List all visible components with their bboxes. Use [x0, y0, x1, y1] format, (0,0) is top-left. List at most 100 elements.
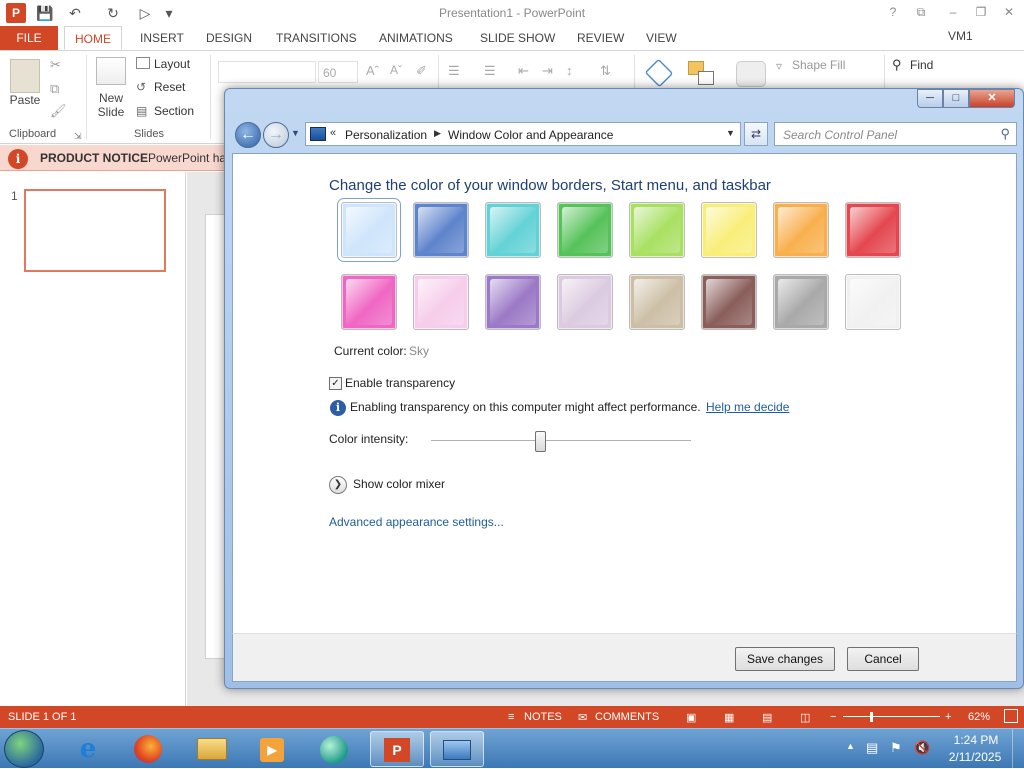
grow-font-icon[interactable]: Aˆ — [366, 63, 379, 78]
color-swatch-pumpkin[interactable] — [773, 202, 829, 258]
color-swatch-blush[interactable] — [413, 274, 469, 330]
color-swatch-taupe[interactable] — [629, 274, 685, 330]
media-player-icon[interactable]: ▶ — [250, 731, 294, 767]
color-swatch-lemon[interactable] — [701, 202, 757, 258]
arrange-icon[interactable] — [688, 61, 716, 87]
notes-icon[interactable]: ≡ — [508, 711, 514, 723]
refresh-icon[interactable]: ⇄ — [744, 122, 768, 146]
color-swatch-twilight[interactable] — [413, 202, 469, 258]
slide-sorter-icon[interactable]: ▦ — [724, 711, 734, 724]
back-arrow-icon[interactable]: ← — [235, 122, 261, 148]
expand-chevron-icon[interactable]: ❯ — [329, 476, 347, 494]
color-swatch-frost[interactable] — [845, 274, 901, 330]
color-swatch-ruby[interactable] — [845, 202, 901, 258]
new-slide-button[interactable]: New Slide — [90, 91, 132, 119]
reset-button[interactable]: Reset — [154, 80, 185, 94]
transparency-checkbox[interactable]: ✓ — [329, 377, 342, 390]
internet-explorer-icon[interactable]: e — [66, 731, 110, 767]
reading-view-icon[interactable]: ▤ — [762, 711, 772, 724]
color-swatch-violet[interactable] — [485, 274, 541, 330]
comments-button[interactable]: COMMENTS — [595, 711, 659, 723]
color-swatch-lavender[interactable] — [557, 274, 613, 330]
paste-icon[interactable] — [10, 59, 40, 93]
normal-view-icon[interactable]: ▣ — [686, 711, 696, 724]
font-size-combobox[interactable]: 60 — [318, 61, 358, 83]
fit-to-window-icon[interactable] — [1004, 709, 1018, 723]
breadcrumb-current[interactable]: Window Color and Appearance — [448, 128, 613, 142]
action-center-flag-icon[interactable]: ⚑ — [890, 740, 902, 756]
paste-button[interactable]: Paste — [8, 93, 42, 107]
quick-styles-icon[interactable] — [736, 61, 766, 87]
powerpoint-taskbar-icon[interactable]: P — [370, 731, 424, 767]
comments-icon[interactable]: ✉ — [578, 711, 587, 724]
advanced-appearance-link[interactable]: Advanced appearance settings... — [329, 515, 504, 529]
layout-button[interactable]: Layout — [154, 57, 190, 71]
notes-button[interactable]: NOTES — [524, 711, 562, 723]
slide-show-icon[interactable]: ◫ — [800, 711, 810, 724]
tab-home[interactable]: HOME — [64, 26, 122, 50]
address-bar[interactable]: « Personalization ▶ Window Color and App… — [305, 122, 741, 146]
start-button[interactable] — [4, 730, 44, 768]
find-button[interactable]: Find — [910, 58, 933, 72]
zoom-slider-thumb[interactable] — [870, 712, 873, 722]
text-direction-icon[interactable]: ⇅ — [600, 63, 611, 79]
color-swatch-slate[interactable] — [773, 274, 829, 330]
show-color-mixer[interactable]: Show color mixer — [353, 477, 445, 491]
restore-button[interactable]: ❐ — [970, 3, 992, 21]
new-slide-icon[interactable] — [96, 57, 126, 85]
control-panel-taskbar-icon[interactable] — [430, 731, 484, 767]
font-name-combobox[interactable] — [218, 61, 316, 83]
cancel-button[interactable]: Cancel — [847, 647, 919, 671]
line-spacing-icon[interactable]: ↕ — [566, 63, 573, 78]
decrease-indent-icon[interactable]: ⇤ — [518, 63, 529, 79]
tab-review[interactable]: REVIEW — [567, 26, 634, 50]
close-button[interactable]: ✕ — [998, 3, 1020, 21]
network-icon[interactable]: ▤ — [866, 740, 878, 756]
slide-thumbnail[interactable] — [24, 189, 166, 272]
save-changes-button[interactable]: Save changes — [735, 647, 835, 671]
clear-formatting-icon[interactable]: ✐ — [416, 63, 427, 79]
increase-indent-icon[interactable]: ⇥ — [542, 63, 553, 79]
search-icon[interactable]: ⚲ — [1000, 126, 1010, 142]
zoom-out-icon[interactable]: − — [830, 711, 836, 723]
file-explorer-icon[interactable] — [190, 731, 234, 767]
help-me-decide-link[interactable]: Help me decide — [706, 400, 789, 414]
clock-time[interactable]: 1:24 PM — [948, 733, 1004, 747]
format-painter-icon[interactable]: 🖌 — [50, 103, 67, 119]
zoom-in-icon[interactable]: + — [945, 711, 951, 723]
cut-icon[interactable]: ✂ — [50, 57, 61, 73]
transparency-label[interactable]: Enable transparency — [345, 376, 455, 390]
numbering-icon[interactable]: ☰ — [484, 63, 496, 79]
tab-slide-show[interactable]: SLIDE SHOW — [470, 26, 565, 50]
color-intensity-slider[interactable] — [535, 431, 547, 452]
breadcrumb-separator-icon[interactable]: ▶ — [434, 128, 441, 139]
color-swatch-chocolate[interactable] — [701, 274, 757, 330]
bullets-icon[interactable]: ☰ — [448, 63, 460, 79]
dialog-launcher-icon[interactable]: ⇲ — [74, 131, 82, 142]
address-dropdown-icon[interactable]: ▼ — [726, 128, 735, 138]
color-swatch-sky[interactable] — [337, 198, 401, 262]
show-desktop-button[interactable] — [1012, 729, 1024, 769]
color-swatch-leaf[interactable] — [557, 202, 613, 258]
section-button[interactable]: Section — [154, 104, 194, 118]
firefox-icon[interactable] — [126, 731, 170, 767]
shapes-icon[interactable] — [644, 58, 674, 88]
user-name[interactable]: VM1 — [948, 29, 973, 43]
shrink-font-icon[interactable]: Aˇ — [390, 63, 402, 77]
tab-insert[interactable]: INSERT — [130, 26, 194, 50]
tab-animations[interactable]: ANIMATIONS — [369, 26, 463, 50]
help-button[interactable]: ? — [882, 3, 904, 21]
clock-date[interactable]: 2/11/2025 — [944, 750, 1006, 764]
tab-view[interactable]: VIEW — [636, 26, 687, 50]
volume-muted-icon[interactable]: 🔇 — [914, 740, 930, 756]
tab-file[interactable]: FILE — [0, 26, 58, 50]
ribbon-display-options-button[interactable]: ⧉ — [910, 3, 932, 21]
tab-transitions[interactable]: TRANSITIONS — [266, 26, 367, 50]
color-swatch-fuchsia[interactable] — [341, 274, 397, 330]
minimize-button[interactable]: – — [942, 3, 964, 21]
zoom-level[interactable]: 62% — [968, 711, 990, 723]
show-hidden-icons-icon[interactable]: ▲ — [846, 741, 855, 751]
edge-chat-icon[interactable] — [312, 731, 356, 767]
recent-pages-chevron-icon[interactable]: ▼ — [291, 128, 300, 138]
color-swatch-lime[interactable] — [629, 202, 685, 258]
